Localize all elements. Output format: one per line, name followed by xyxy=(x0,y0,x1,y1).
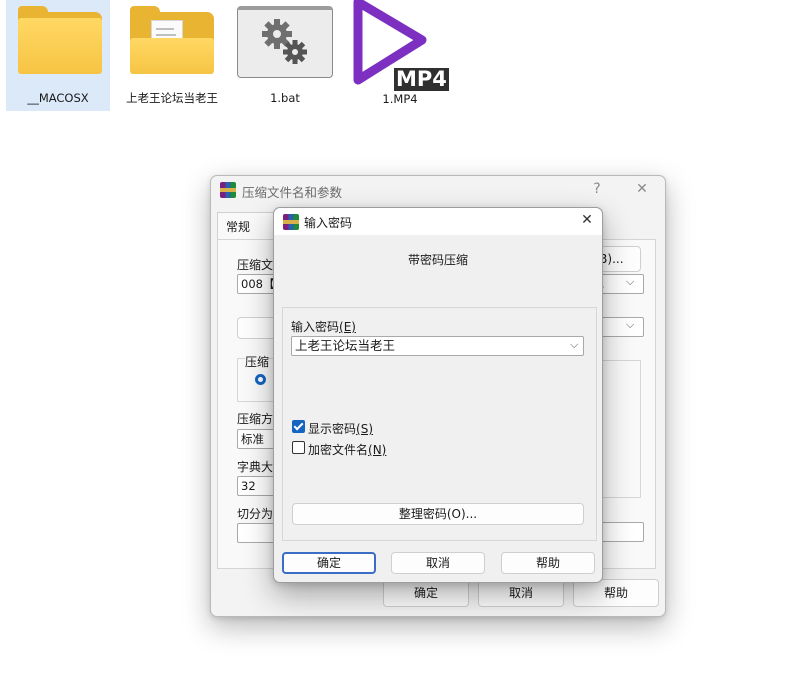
dictionary-label: 字典大 xyxy=(237,460,274,474)
close-icon[interactable]: ✕ xyxy=(578,212,596,228)
method-label: 压缩方 xyxy=(237,412,274,426)
desktop-icon-bat[interactable]: 1.bat xyxy=(232,0,338,111)
dialog-heading: 带密码压缩 xyxy=(407,253,468,267)
encrypt-names-label: 加密文件名(N) xyxy=(308,441,386,458)
chevron-down-icon: ⌵ xyxy=(626,275,635,288)
winrar-icon xyxy=(220,182,236,198)
password-dialog: 输入密码 ✕ 带密码压缩 输入密码(E) 上老王论坛当老王 ⌵ 显示密码(S) … xyxy=(273,207,603,583)
help-icon[interactable]: ? xyxy=(589,181,605,197)
winrar-icon xyxy=(283,214,299,230)
encrypt-names-hotkey: (N) xyxy=(368,443,387,457)
format-group-label: 压缩 xyxy=(245,353,270,370)
organize-passwords-button[interactable]: 整理密码(O)... xyxy=(292,503,584,525)
desktop-icon-mp4[interactable]: MP4 1.MP4 xyxy=(346,0,454,111)
desktop-icon-folder[interactable]: 上老王论坛当老王 xyxy=(123,0,221,111)
enter-password-hotkey: (E) xyxy=(339,320,356,334)
archive-name-label: 压缩文 xyxy=(237,258,274,272)
encrypt-names-checkbox[interactable] xyxy=(292,441,305,454)
chevron-down-icon[interactable]: ⌵ xyxy=(570,338,578,352)
enter-password-label: 输入密码(E) xyxy=(291,318,356,335)
desktop-icon-macosx[interactable]: __MACOSX xyxy=(6,0,110,111)
mp4-badge: MP4 xyxy=(394,67,449,91)
dialog-title: 压缩文件名和参数 xyxy=(242,185,343,200)
password-input[interactable]: 上老王论坛当老王 xyxy=(291,336,584,356)
desktop-icon-label: __MACOSX xyxy=(27,91,89,105)
chevron-down-icon: ⌵ xyxy=(626,318,635,331)
encrypt-names-text: 加密文件名 xyxy=(308,443,369,457)
dialog-title: 输入密码 xyxy=(304,216,353,230)
desktop-icon-label: 上老王论坛当老王 xyxy=(126,91,218,105)
desktop-icon-label: 1.bat xyxy=(270,91,300,105)
tab-general-label: 常规 xyxy=(226,220,251,234)
bat-file-icon xyxy=(237,6,333,78)
profiles-button[interactable] xyxy=(237,317,277,339)
enter-password-text: 输入密码 xyxy=(291,320,340,334)
show-password-hotkey: (S) xyxy=(356,422,373,436)
ok-button[interactable]: 确定 xyxy=(383,579,469,607)
gears-icon xyxy=(262,19,307,64)
cancel-button[interactable]: 取消 xyxy=(478,579,564,607)
split-label: 切分为 xyxy=(237,507,274,521)
desktop-icon-label: 1.MP4 xyxy=(382,92,418,106)
help-button[interactable]: 帮助 xyxy=(573,579,659,607)
close-icon[interactable]: ✕ xyxy=(633,181,651,197)
ok-button[interactable]: 确定 xyxy=(282,552,376,574)
help-button[interactable]: 帮助 xyxy=(501,552,595,574)
show-password-label: 显示密码(S) xyxy=(308,420,373,437)
show-password-text: 显示密码 xyxy=(308,422,357,436)
show-password-checkbox[interactable] xyxy=(292,420,305,433)
format-radio[interactable] xyxy=(255,374,266,385)
cancel-button[interactable]: 取消 xyxy=(391,552,485,574)
